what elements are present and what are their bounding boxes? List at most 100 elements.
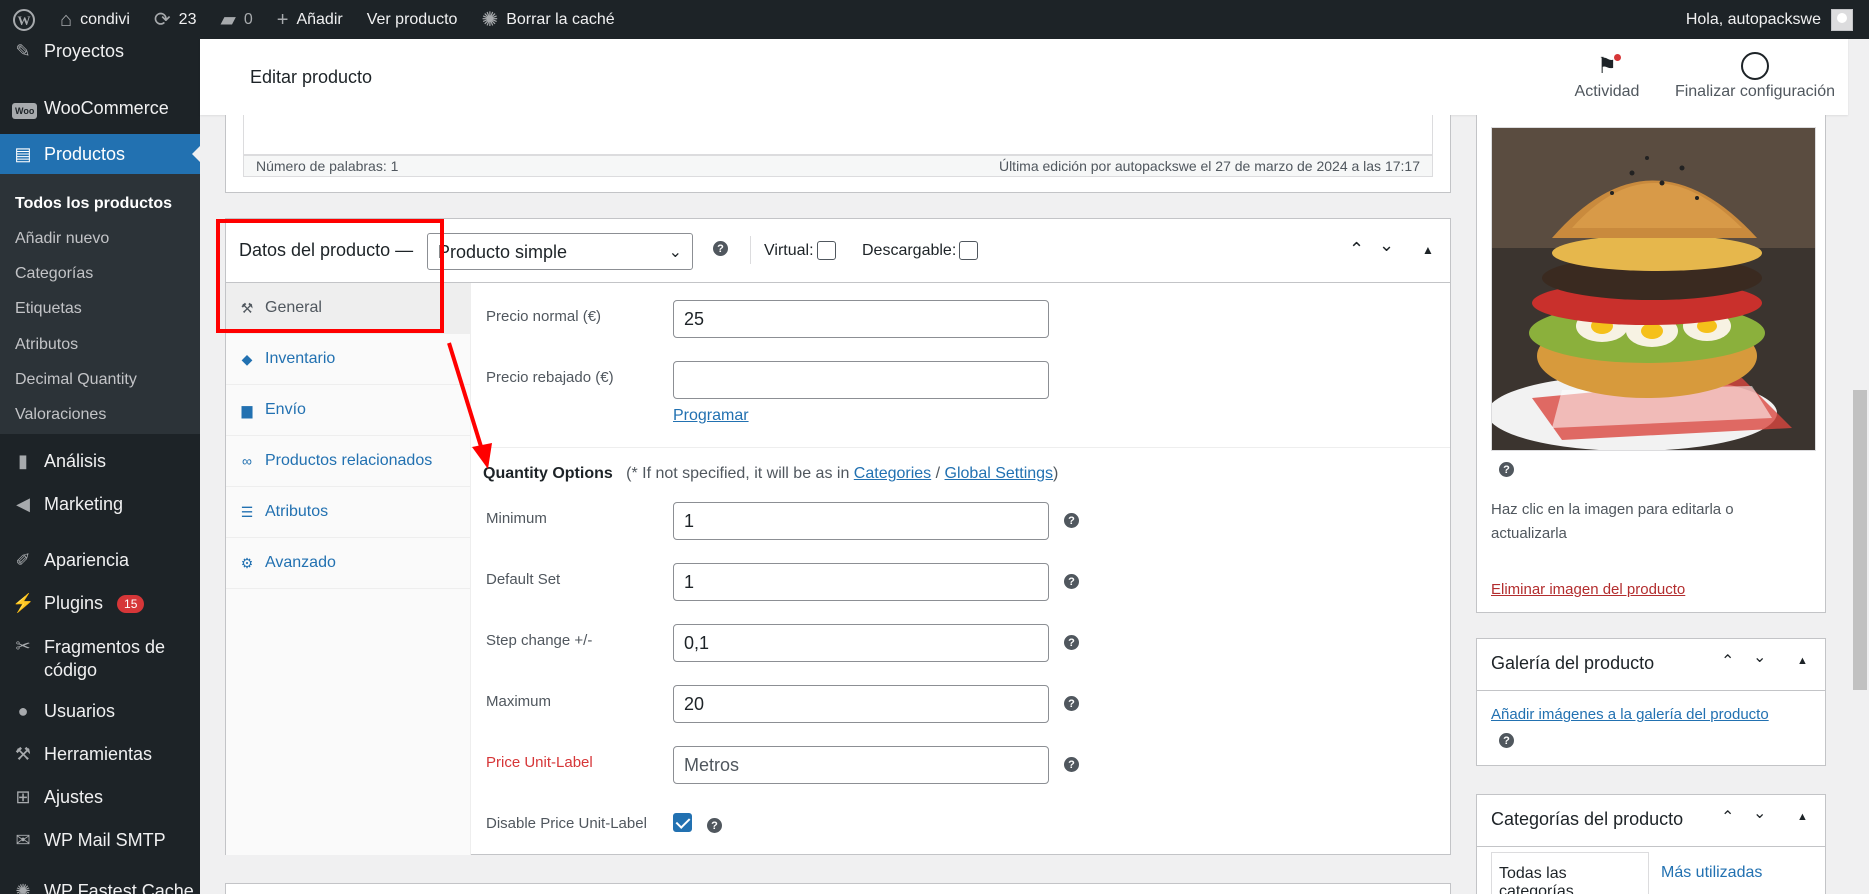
flag-icon: ⚑ [1597,53,1621,79]
product-type-select[interactable]: Producto simple ⌄ [427,233,693,270]
regular-price-input[interactable] [673,300,1049,338]
page-header: Editar producto ⚑ Actividad Finalizar co… [200,39,1848,115]
wordpress-logo-icon[interactable]: W [0,0,48,39]
plugin-icon: ⚡ [12,593,35,613]
product-data-tabs: ⚒ General ◆ Inventario ▆ Envío ∞ Product… [226,283,471,855]
help-icon[interactable]: ? [707,818,722,833]
clear-cache-button[interactable]: ✺ Borrar la caché [469,0,626,39]
help-icon[interactable]: ? [1499,462,1514,477]
remove-image-link[interactable]: Eliminar imagen del producto [1491,578,1685,602]
view-product-link[interactable]: Ver producto [355,0,470,39]
product-image[interactable] [1487,127,1816,451]
gallery-title: Galería del producto [1491,653,1655,673]
last-edit-info: Última edición por autopackswe el 27 de … [998,158,1420,174]
downloadable-checkbox[interactable] [959,241,979,260]
productos-submenu: Todos los productos Añadir nuevo Categor… [0,174,200,434]
move-down-icon[interactable]: ⌄ [1379,235,1394,256]
description-editor: Número de palabras: 1 Última edición por… [225,115,1451,193]
collapse-toggle-icon[interactable]: ▲ [1797,811,1808,823]
finish-setup-button[interactable]: Finalizar configuración [1670,49,1840,101]
help-icon[interactable]: ? [1064,513,1079,528]
tab-most-used[interactable]: Más utilizadas [1661,864,1762,882]
tag-icon: ◆ [241,350,253,367]
move-down-icon[interactable]: ⌄ [1753,803,1766,823]
menu-item-wp-fastest-cache[interactable]: ✺ WP Fastest Cache [0,881,200,894]
sliders-icon: ⊞ [15,787,31,807]
add-gallery-images-link[interactable]: Añadir imágenes a la galería del product… [1491,703,1769,727]
step-change-label: Step change +/- [486,632,593,649]
help-icon[interactable]: ? [1064,757,1079,772]
scissors-icon: ✂ [15,636,31,656]
plus-icon: + [276,8,289,31]
move-up-icon[interactable]: ⌃ [1721,651,1734,671]
help-icon[interactable]: ? [1499,733,1514,748]
activity-button[interactable]: ⚑ Actividad [1565,49,1649,101]
help-icon[interactable]: ? [1064,696,1079,711]
chart-icon: ▮ [18,451,28,471]
categories-link[interactable]: Categories [854,465,931,482]
tab-atributos[interactable]: ☰ Atributos [226,487,471,538]
menu-item-proyectos[interactable]: ✎ Proyectos [0,41,200,62]
tab-all-categories[interactable]: Todas las categorías [1491,852,1649,894]
comments-link[interactable]: ▰ 0 [208,0,264,39]
submenu-decimal-quantity[interactable]: Decimal Quantity [15,371,137,389]
submenu-todos-productos[interactable]: Todos los productos [15,195,172,213]
menu-item-wp-mail-smtp[interactable]: ✉ WP Mail SMTP [0,830,200,851]
help-icon[interactable]: ? [1064,574,1079,589]
global-settings-link[interactable]: Global Settings [945,465,1054,482]
gear-icon: ⚙ [240,554,254,571]
price-unit-label-input[interactable] [673,746,1049,784]
collapse-toggle-icon[interactable]: ▲ [1797,655,1808,667]
archive-icon: ▤ [14,143,32,164]
menu-item-usuarios[interactable]: ● Usuarios [0,701,200,722]
word-count: Número de palabras: 1 [256,158,399,174]
tab-inventario[interactable]: ◆ Inventario [226,334,471,385]
submenu-valoraciones[interactable]: Valoraciones [15,406,106,424]
sale-price-input[interactable] [673,361,1049,399]
menu-item-ajustes[interactable]: ⊞ Ajustes [0,787,200,808]
account-menu[interactable]: Hola, autopackswe [1686,8,1869,31]
help-icon[interactable]: ? [713,241,728,256]
minimum-input[interactable] [673,502,1049,540]
admin-sidebar: ✎ Proyectos Woo WooCommerce ▤ Productos … [0,39,200,894]
tab-avanzado[interactable]: ⚙ Avanzado [226,538,471,589]
add-new-menu[interactable]: + Añadir [265,0,355,39]
move-down-icon[interactable]: ⌄ [1753,647,1766,667]
submenu-atributos[interactable]: Atributos [15,336,78,354]
menu-item-fragmentos[interactable]: ✂ Fragmentos de código [0,636,200,682]
list-icon: ☰ [240,503,254,520]
editor-status-bar: Número de palabras: 1 Última edición por… [243,155,1433,177]
pin-icon: ✎ [15,41,31,61]
menu-item-analisis[interactable]: ▮ Análisis [0,451,200,472]
tab-productos-relacionados[interactable]: ∞ Productos relacionados [226,436,471,487]
move-up-icon[interactable]: ⌃ [1349,239,1364,260]
menu-item-productos[interactable]: ▤ Productos [0,134,200,174]
divider [750,236,751,264]
megaphone-icon: ◀ [16,494,30,514]
home-icon: ⌂ [60,8,73,31]
move-up-icon[interactable]: ⌃ [1721,807,1734,827]
scrollbar-thumb[interactable] [1853,390,1867,690]
menu-item-herramientas[interactable]: ⚒ Herramientas [0,744,200,765]
menu-item-woocommerce[interactable]: Woo WooCommerce [0,98,200,119]
maximum-input[interactable] [673,685,1049,723]
schedule-link[interactable]: Programar [673,407,749,425]
default-set-input[interactable] [673,563,1049,601]
editor-content-area[interactable] [243,115,1433,155]
step-change-input[interactable] [673,624,1049,662]
tab-envio[interactable]: ▆ Envío [226,385,471,436]
submenu-etiquetas[interactable]: Etiquetas [15,300,82,318]
virtual-checkbox[interactable] [816,241,836,260]
updates-link[interactable]: ⟳ 23 [142,0,209,39]
help-icon[interactable]: ? [1064,635,1079,650]
submenu-anadir-nuevo[interactable]: Añadir nuevo [15,230,109,248]
menu-item-plugins[interactable]: ⚡ Plugins 15 [0,593,200,614]
collapse-toggle-icon[interactable]: ▲ [1422,243,1434,257]
site-name-link[interactable]: ⌂ condivi [48,0,142,39]
submenu-categorias[interactable]: Categorías [15,265,93,283]
mail-icon: ✉ [15,830,31,850]
menu-item-apariencia[interactable]: ✐ Apariencia [0,550,200,571]
menu-item-marketing[interactable]: ◀ Marketing [0,494,200,515]
price-unit-label-label: Price Unit-Label [486,754,593,771]
disable-price-unit-checkbox[interactable] [673,813,692,832]
